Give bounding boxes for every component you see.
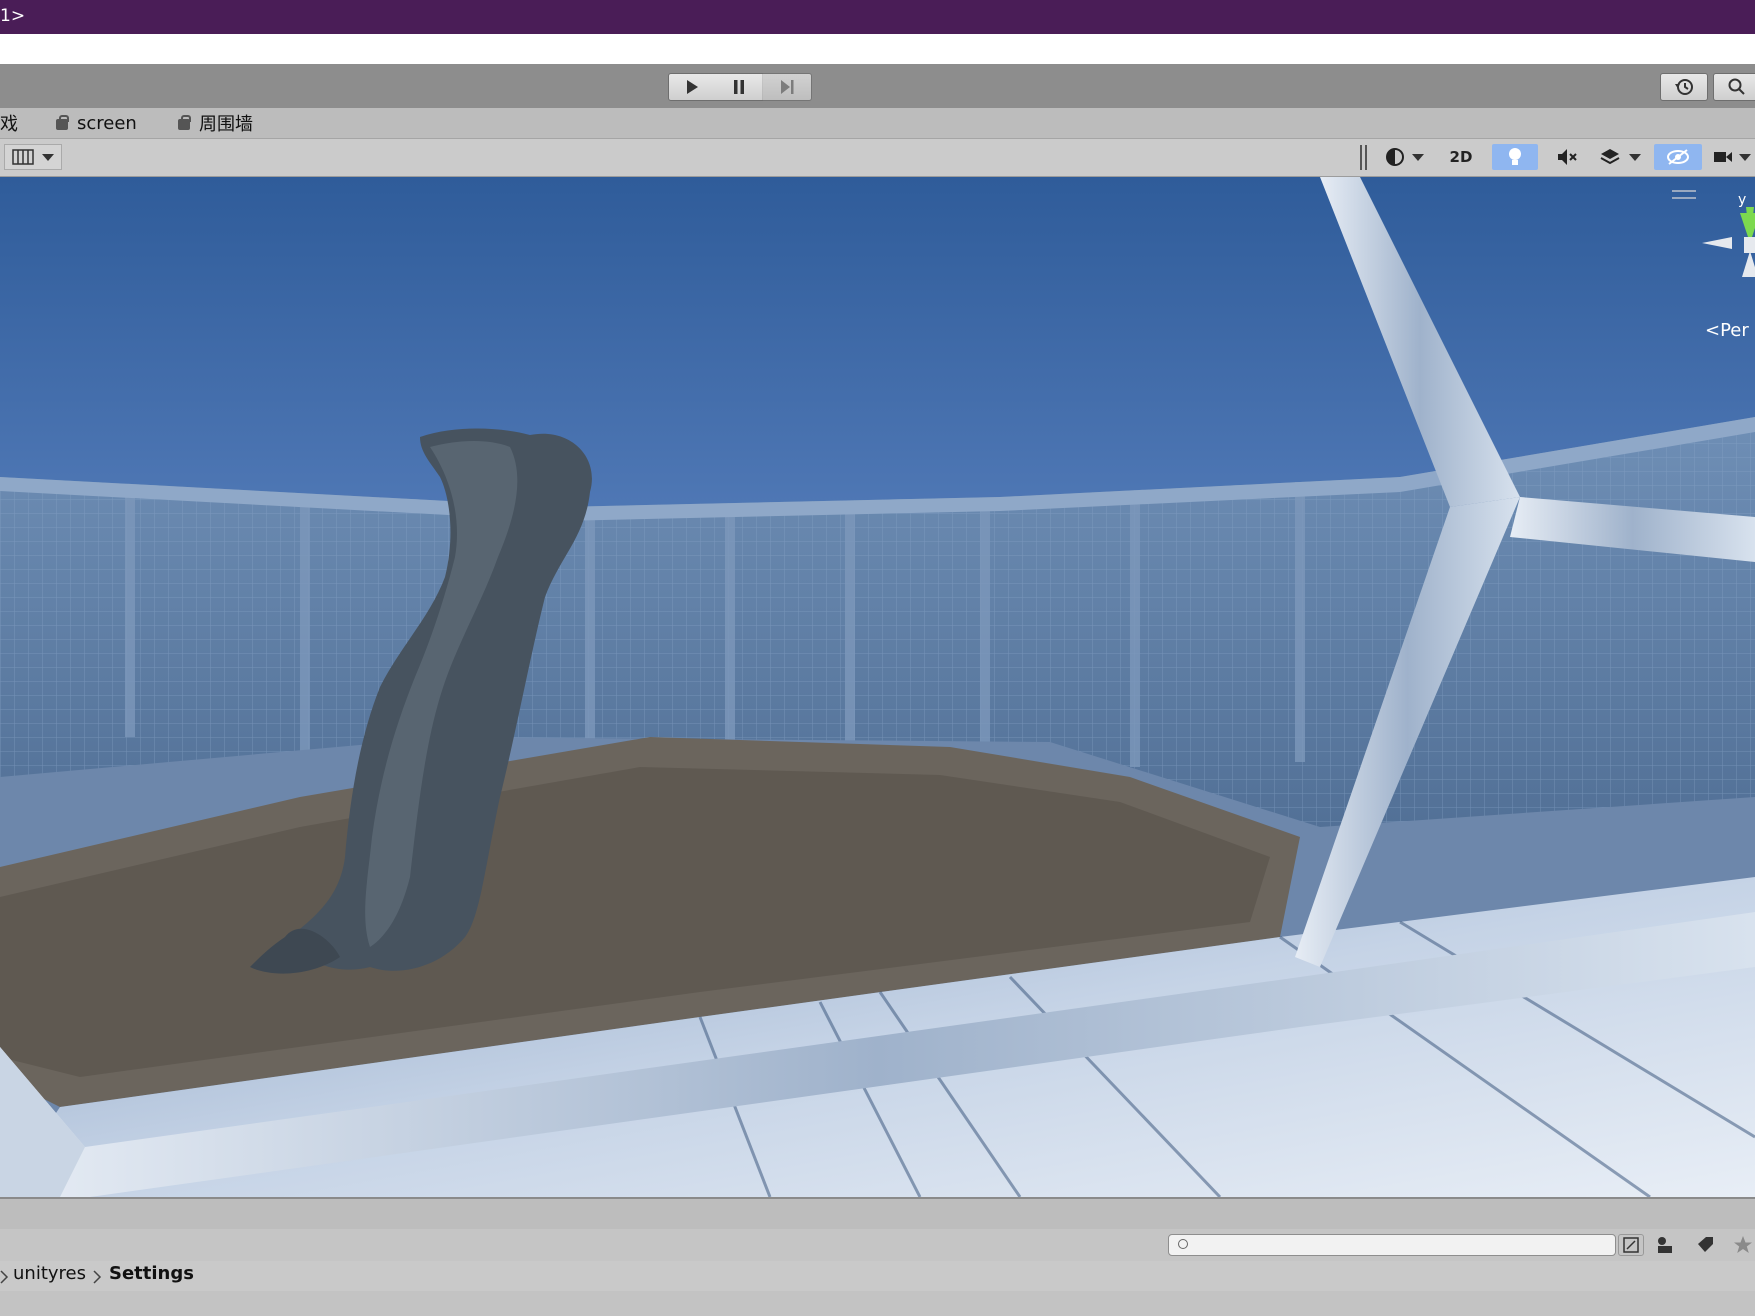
projection-label[interactable]: <Per xyxy=(1705,320,1749,341)
star-icon xyxy=(1734,1236,1752,1253)
prefab-icon xyxy=(55,115,69,131)
chevron-down-icon xyxy=(42,153,54,161)
favorites-button[interactable] xyxy=(1730,1234,1755,1256)
play-icon xyxy=(687,80,698,94)
effects-layers-icon xyxy=(1600,149,1620,165)
favorite-label-button[interactable] xyxy=(1692,1234,1718,1256)
filter-by-label-icon xyxy=(1658,1237,1672,1253)
effects-dropdown[interactable] xyxy=(1596,144,1644,170)
pause-icon xyxy=(733,80,744,94)
audio-toggle[interactable] xyxy=(1544,144,1590,170)
tag-icon xyxy=(1698,1237,1713,1252)
gizmo-axis-y-label: y xyxy=(1738,192,1747,208)
tab-label: 周围墙 xyxy=(199,114,253,135)
ruler-grid-icon xyxy=(12,149,34,165)
breadcrumb-current[interactable]: Settings xyxy=(109,1263,194,1284)
filter-by-type-icon xyxy=(1623,1237,1639,1253)
tab-label: screen xyxy=(77,112,137,134)
audio-mute-icon xyxy=(1558,149,1577,165)
scene-visibility-icon xyxy=(1667,149,1689,165)
search-icon xyxy=(1178,1239,1188,1249)
toolbar-separator xyxy=(1365,145,1367,170)
step-icon xyxy=(780,80,793,94)
prefab-icon xyxy=(177,115,191,131)
breadcrumb-item[interactable]: unityres xyxy=(13,1263,86,1284)
camera-settings-dropdown[interactable] xyxy=(1708,144,1755,170)
history-button[interactable] xyxy=(1660,73,1708,101)
gizmo-menu-handle[interactable] xyxy=(1672,190,1696,199)
search-by-label-button[interactable] xyxy=(1652,1234,1678,1256)
play-mode-toolbar xyxy=(0,64,1755,109)
step-button[interactable] xyxy=(762,73,812,101)
menu-bar xyxy=(0,34,1755,64)
scene-visibility-toggle[interactable] xyxy=(1654,144,1702,170)
lightbulb-icon xyxy=(1509,148,1521,165)
search-by-type-button[interactable] xyxy=(1618,1234,1644,1256)
history-icon xyxy=(1675,79,1693,95)
project-search-field[interactable] xyxy=(1168,1234,1616,1256)
play-button[interactable] xyxy=(668,73,716,101)
toolbar-separator xyxy=(1360,145,1362,170)
lighting-toggle[interactable] xyxy=(1492,144,1538,170)
pause-button[interactable] xyxy=(715,73,763,101)
chevron-down-icon xyxy=(1412,153,1424,161)
window-title: 1> xyxy=(0,6,26,26)
grid-ruler-dropdown[interactable] xyxy=(4,144,62,170)
chevron-down-icon xyxy=(1738,153,1751,161)
chevron-down-icon xyxy=(1629,153,1641,161)
scene-tab-bar: 戏 screen 周围墙 xyxy=(0,108,1755,139)
search-icon xyxy=(1728,78,1745,95)
shading-sphere-icon xyxy=(1386,148,1404,166)
chevron-right-icon xyxy=(93,1270,102,1284)
chevron-right-icon xyxy=(0,1270,9,1284)
scene-view-toolbar: 2D xyxy=(0,139,1755,177)
camera-icon xyxy=(1713,152,1732,162)
panel-splitter[interactable] xyxy=(0,1197,1755,1230)
tab-surrounding-wall[interactable]: 周围墙 xyxy=(177,112,253,135)
project-breadcrumb: unityres Settings xyxy=(0,1261,1755,1291)
orientation-gizmo[interactable] xyxy=(1700,207,1755,317)
global-search-button[interactable] xyxy=(1713,73,1755,101)
toggle-2d-label: 2D xyxy=(1449,148,1473,166)
project-toolbar xyxy=(0,1229,1755,1262)
tab-screen[interactable]: screen xyxy=(55,112,137,134)
scene-view-viewport[interactable]: y <Per xyxy=(0,177,1755,1197)
project-assets-area[interactable] xyxy=(0,1291,1755,1316)
tab-label: 戏 xyxy=(0,114,18,135)
toggle-2d-button[interactable]: 2D xyxy=(1438,144,1484,170)
tab-game[interactable]: 戏 xyxy=(0,112,18,135)
window-titlebar: 1> xyxy=(0,0,1755,34)
scene-render xyxy=(0,177,1755,1197)
shading-mode-dropdown[interactable] xyxy=(1380,144,1428,170)
